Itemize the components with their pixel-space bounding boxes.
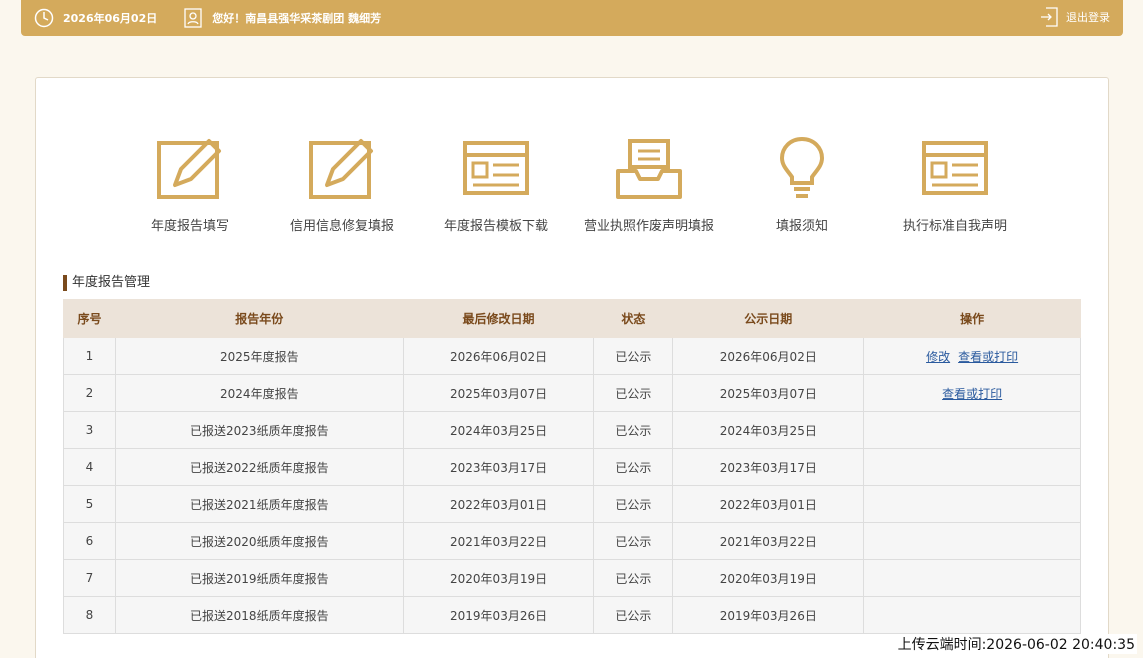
current-date: 2026年06月02日	[63, 12, 158, 25]
cell-actions	[863, 485, 1081, 523]
table-row: 4 已报送2022纸质年度报告 2023年03月17日 已公示 2023年03月17日	[63, 448, 1081, 486]
cell-status: 已公示	[593, 522, 674, 560]
logout-label: 退出登录	[1066, 11, 1110, 24]
col-header-modified: 最后修改日期	[402, 299, 595, 338]
main-panel: 年度报告填写 信用信息修复填报 年度报告模板下载 营业执照作废声明填报 填报须知…	[35, 77, 1109, 658]
col-header-status: 状态	[593, 299, 674, 338]
table-row: 5 已报送2021纸质年度报告 2022年03月01日 已公示 2022年03月01日	[63, 485, 1081, 523]
cell-year: 已报送2021纸质年度报告	[114, 485, 404, 523]
shortcut-label: 执行标准自我声明	[902, 219, 1007, 234]
cell-year: 已报送2023纸质年度报告	[114, 411, 404, 449]
col-header-no: 序号	[63, 299, 116, 338]
shortcut-label: 信用信息修复填报	[289, 219, 394, 234]
clock-icon	[34, 8, 54, 28]
cell-status: 已公示	[593, 374, 674, 412]
cell-year: 已报送2018纸质年度报告	[114, 596, 404, 634]
cell-no: 3	[63, 411, 116, 449]
cell-actions: 修改 查看或打印	[863, 337, 1081, 375]
edit-icon	[157, 139, 221, 199]
cell-modified: 2026年06月02日	[402, 337, 595, 375]
cell-no: 1	[63, 337, 116, 375]
shortcut-label: 填报须知	[775, 219, 828, 234]
cell-published: 2025年03月07日	[672, 374, 865, 412]
table-row: 6 已报送2020纸质年度报告 2021年03月22日 已公示 2021年03月22日	[63, 522, 1081, 560]
cell-published: 2023年03月17日	[672, 448, 865, 486]
lightbulb-icon	[779, 136, 825, 198]
template-icon	[922, 141, 988, 195]
shortcut-standard-declaration[interactable]: 执行标准自我声明	[880, 133, 1030, 234]
cell-modified: 2022年03月01日	[402, 485, 595, 523]
shortcut-filling-notice[interactable]: 填报须知	[727, 133, 877, 234]
cell-year: 已报送2022纸质年度报告	[114, 448, 404, 486]
cell-status: 已公示	[593, 411, 674, 449]
cell-year: 2024年度报告	[114, 374, 404, 412]
cell-actions	[863, 411, 1081, 449]
table-row: 3 已报送2023纸质年度报告 2024年03月25日 已公示 2024年03月25日	[63, 411, 1081, 449]
shortcut-template-download[interactable]: 年度报告模板下载	[421, 133, 571, 234]
section-title: 年度报告管理	[63, 275, 150, 291]
cell-no: 7	[63, 559, 116, 597]
cell-actions	[863, 448, 1081, 486]
cell-published: 2021年03月22日	[672, 522, 865, 560]
greeting-text: 您好！南昌县强华采茶剧团 魏细芳	[212, 12, 382, 25]
inbox-icon	[616, 139, 682, 199]
cell-actions	[863, 596, 1081, 634]
cell-year: 已报送2019纸质年度报告	[114, 559, 404, 597]
cell-no: 5	[63, 485, 116, 523]
cell-status: 已公示	[593, 559, 674, 597]
cell-published: 2022年03月01日	[672, 485, 865, 523]
cell-published: 2019年03月26日	[672, 596, 865, 634]
view-print-link[interactable]: 查看或打印	[958, 350, 1018, 364]
cell-status: 已公示	[593, 485, 674, 523]
table-header-row: 序号 报告年份 最后修改日期 状态 公示日期 操作	[63, 299, 1081, 338]
col-header-year: 报告年份	[114, 299, 404, 338]
edit-link[interactable]: 修改	[926, 350, 950, 364]
logout-button[interactable]: 退出登录	[1040, 7, 1110, 27]
logout-icon	[1041, 7, 1058, 27]
user-icon	[184, 8, 202, 28]
table-row: 7 已报送2019纸质年度报告 2020年03月19日 已公示 2020年03月19日	[63, 559, 1081, 597]
cell-published: 2026年06月02日	[672, 337, 865, 375]
view-print-link[interactable]: 查看或打印	[942, 387, 1002, 401]
table-row: 1 2025年度报告 2026年06月02日 已公示 2026年06月02日 修改 查看或打…	[63, 337, 1081, 375]
cell-modified: 2024年03月25日	[402, 411, 595, 449]
cell-year: 已报送2020纸质年度报告	[114, 522, 404, 560]
shortcut-label: 年度报告填写	[150, 219, 229, 234]
table-row: 8 已报送2018纸质年度报告 2019年03月26日 已公示 2019年03月26日	[63, 596, 1081, 634]
cell-modified: 2023年03月17日	[402, 448, 595, 486]
cell-modified: 2025年03月07日	[402, 374, 595, 412]
upload-timestamp: 上传云端时间:2026-06-02 20:40:35	[895, 634, 1137, 654]
shortcut-license-void[interactable]: 营业执照作废声明填报	[574, 133, 724, 234]
cell-no: 2	[63, 374, 116, 412]
cell-actions	[863, 559, 1081, 597]
cell-no: 4	[63, 448, 116, 486]
cell-modified: 2019年03月26日	[402, 596, 595, 634]
shortcut-bar: 年度报告填写 信用信息修复填报 年度报告模板下载 营业执照作废声明填报 填报须知…	[36, 133, 1108, 243]
cell-status: 已公示	[593, 596, 674, 634]
cell-modified: 2021年03月22日	[402, 522, 595, 560]
cell-modified: 2020年03月19日	[402, 559, 595, 597]
cell-status: 已公示	[593, 337, 674, 375]
cell-actions	[863, 522, 1081, 560]
cell-published: 2024年03月25日	[672, 411, 865, 449]
shortcut-label: 营业执照作废声明填报	[583, 219, 714, 234]
table-row: 2 2024年度报告 2025年03月07日 已公示 2025年03月07日 查看或打印	[63, 374, 1081, 412]
cell-published: 2020年03月19日	[672, 559, 865, 597]
cell-no: 8	[63, 596, 116, 634]
shortcut-annual-report-fill[interactable]: 年度报告填写	[115, 133, 265, 234]
shortcut-credit-repair[interactable]: 信用信息修复填报	[267, 133, 417, 234]
shortcut-label: 年度报告模板下载	[443, 219, 548, 234]
edit-icon	[309, 139, 373, 199]
col-header-actions: 操作	[863, 299, 1081, 338]
cell-year: 2025年度报告	[114, 337, 404, 375]
cell-status: 已公示	[593, 448, 674, 486]
cell-actions: 查看或打印	[863, 374, 1081, 412]
template-icon	[463, 141, 529, 195]
col-header-published: 公示日期	[672, 299, 865, 338]
top-bar: 2026年06月02日 您好！南昌县强华采茶剧团 魏细芳 退出登录	[21, 0, 1123, 36]
cell-no: 6	[63, 522, 116, 560]
annual-report-table: 序号 报告年份 最后修改日期 状态 公示日期 操作 1 2025年度报告 2026年…	[63, 299, 1081, 634]
